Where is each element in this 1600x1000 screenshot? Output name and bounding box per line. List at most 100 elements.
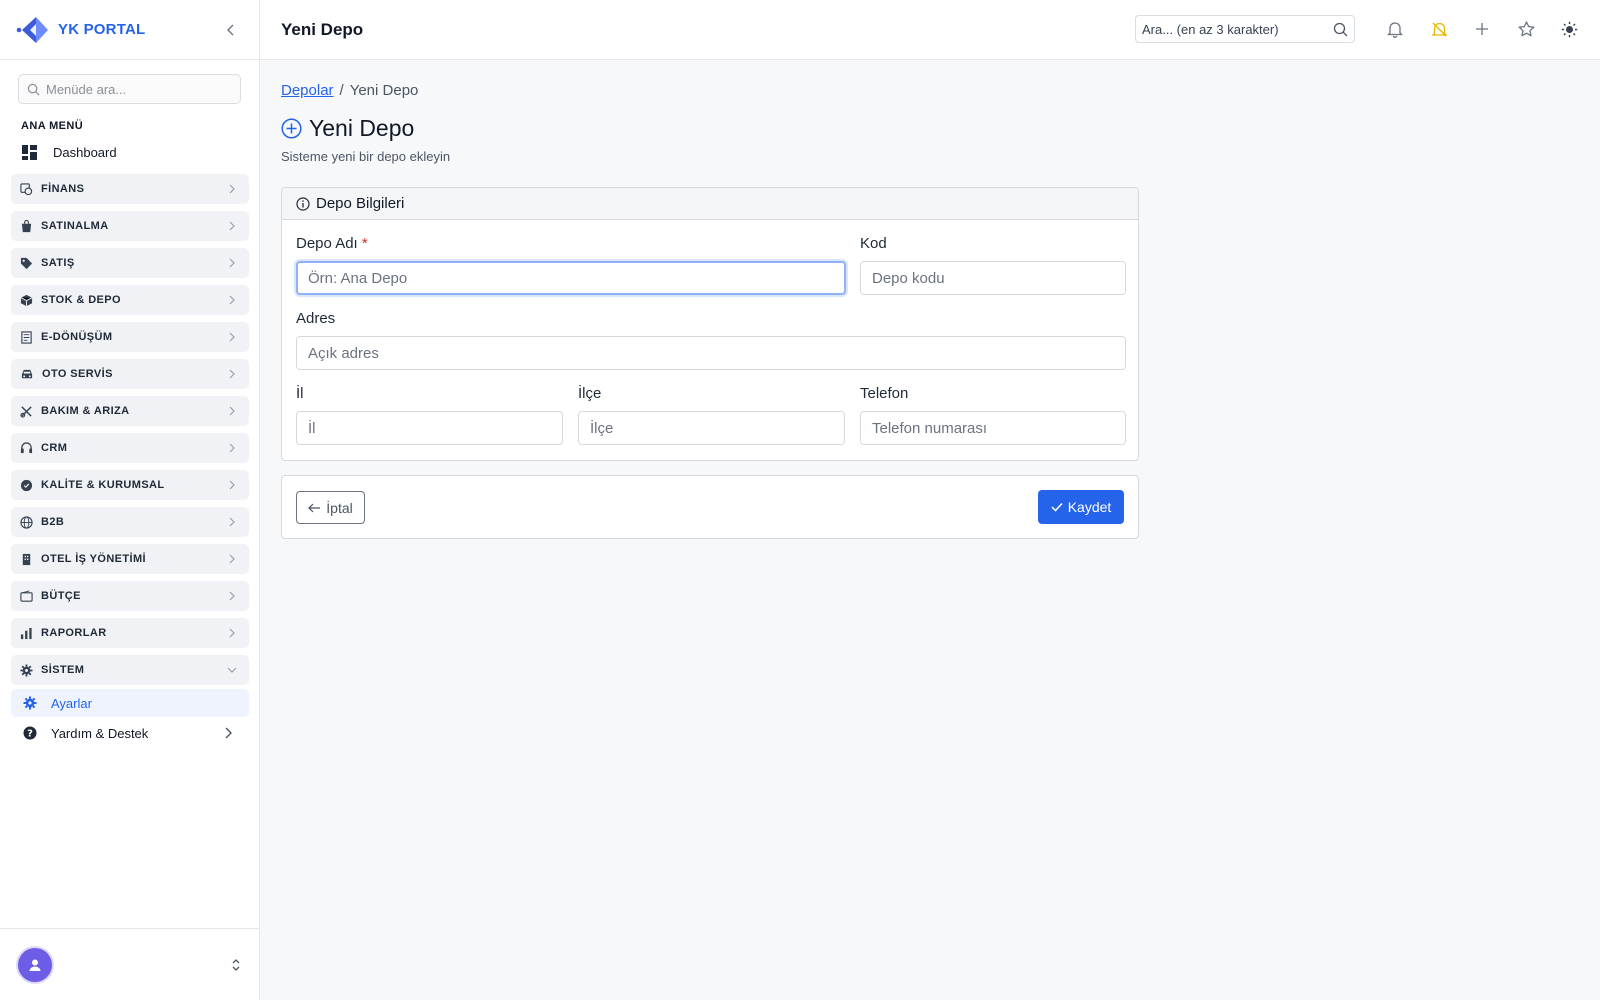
sidebar-footer <box>0 928 259 1000</box>
page-subtitle: Sisteme yeni bir depo ekleyin <box>281 149 451 164</box>
sidebar-group-auto-service[interactable]: OTO SERVİS <box>11 359 249 389</box>
sidebar-group-crm[interactable]: CRM <box>11 433 249 463</box>
sidebar-item-label: Yardım & Destek <box>51 725 149 741</box>
sidebar-item-help[interactable]: ? Yardım & Destek <box>11 719 249 747</box>
main-content: Depolar / Yeni Depo Yeni Depo Sisteme yeni… <box>260 60 1600 1000</box>
sidebar-item-label: Dashboard <box>53 144 117 160</box>
breadcrumb-current: Yeni Depo <box>349 82 419 99</box>
cancel-button[interactable]: İptal <box>296 491 365 524</box>
chevron-right-icon <box>225 727 232 739</box>
breadcrumb-separator: / <box>339 82 344 99</box>
sidebar-group-budget[interactable]: BÜTÇE <box>11 581 249 611</box>
save-button[interactable]: Kaydet <box>1038 490 1124 524</box>
sidebar-group-hotel[interactable]: OTEL İŞ YÖNETİMİ <box>11 544 249 574</box>
notifications-button[interactable] <box>1384 18 1406 40</box>
chevron-right-icon <box>229 221 235 231</box>
sidebar: YK PORTAL ANA MENÜ Dashboard FİNANS SATI… <box>0 0 260 1000</box>
top-header: Yeni Depo <box>260 0 1600 60</box>
sidebar-group-maintenance[interactable]: BAKIM & ARIZA <box>11 396 249 426</box>
chevron-left-icon <box>227 24 234 35</box>
form-actions: İptal Kaydet <box>281 475 1139 539</box>
warehouse-info-card: Depo Bilgileri Depo Adı * Kod Adres İl İ… <box>281 187 1139 461</box>
chevron-down-icon <box>227 667 237 673</box>
sidebar-group-reports[interactable]: RAPORLAR <box>11 618 249 648</box>
favorites-button[interactable] <box>1515 18 1537 40</box>
breadcrumb: Depolar / Yeni Depo <box>281 82 418 99</box>
dashboard-icon <box>22 144 37 160</box>
chevron-right-icon <box>229 295 235 305</box>
user-menu-toggle[interactable] <box>231 958 241 972</box>
shopping-bag-icon <box>21 219 32 232</box>
page-title: Yeni Depo <box>309 115 415 141</box>
district-label: İlçe <box>578 385 602 402</box>
plus-circle-icon <box>281 118 302 139</box>
sidebar-group-stock[interactable]: STOK & DEPO <box>11 285 249 315</box>
gear-icon <box>23 696 37 710</box>
sidebar-group-purchasing[interactable]: SATINALMA <box>11 211 249 241</box>
tag-icon <box>20 257 33 269</box>
global-search-input[interactable] <box>1142 21 1322 37</box>
brand-logo-icon[interactable] <box>16 13 50 47</box>
required-mark: * <box>361 235 368 252</box>
phone-input[interactable] <box>860 411 1126 445</box>
sidebar-collapse-button[interactable] <box>219 18 243 42</box>
bell-off-icon <box>1430 22 1448 36</box>
plus-icon <box>1476 23 1488 35</box>
theme-toggle-button[interactable] <box>1558 18 1580 40</box>
sidebar-group-finance[interactable]: FİNANS <box>11 174 249 204</box>
district-input[interactable] <box>578 411 845 445</box>
menu-search-input[interactable] <box>46 81 226 97</box>
sidebar-group-quality[interactable]: KALİTE & KURUMSAL <box>11 470 249 500</box>
document-icon <box>21 330 32 344</box>
chevron-right-icon <box>229 628 235 638</box>
car-icon <box>21 369 33 378</box>
tools-icon <box>20 405 32 418</box>
box-icon <box>20 294 33 306</box>
page-title-row: Yeni Depo <box>281 115 414 142</box>
address-label: Adres <box>296 310 336 327</box>
chevron-right-icon <box>229 369 235 379</box>
chevron-right-icon <box>229 591 235 601</box>
sidebar-group-system[interactable]: SİSTEM <box>11 655 249 685</box>
brand-name: YK PORTAL <box>58 21 146 38</box>
chevron-right-icon <box>229 554 235 564</box>
chevron-right-icon <box>229 184 235 194</box>
sidebar-item-settings[interactable]: Ayarlar <box>11 689 249 717</box>
chevron-right-icon <box>229 332 235 342</box>
breadcrumb-link-depolar[interactable]: Depolar <box>281 82 334 99</box>
headset-icon <box>20 441 33 453</box>
menu-search <box>18 74 241 104</box>
header-title: Yeni Depo <box>281 19 364 39</box>
address-input[interactable] <box>296 336 1126 370</box>
card-header: Depo Bilgileri <box>282 188 1138 220</box>
user-icon <box>29 959 41 971</box>
search-icon <box>27 83 40 95</box>
svg-text:?: ? <box>27 729 33 740</box>
badge-icon <box>20 479 33 491</box>
check-icon <box>1051 502 1063 512</box>
chevron-right-icon <box>229 258 235 268</box>
sidebar-group-b2b[interactable]: B2B <box>11 507 249 537</box>
add-button[interactable] <box>1471 18 1493 40</box>
warehouse-code-input[interactable] <box>860 261 1126 295</box>
mute-notifications-button[interactable] <box>1428 18 1450 40</box>
chevron-right-icon <box>229 480 235 490</box>
avatar[interactable] <box>18 947 52 982</box>
chevron-right-icon <box>229 517 235 527</box>
globe-icon <box>20 515 33 529</box>
city-label: İl <box>296 385 304 402</box>
sidebar-item-label: Ayarlar <box>51 695 92 711</box>
info-icon <box>296 196 310 211</box>
search-button[interactable] <box>1333 22 1348 37</box>
gear-icon <box>20 663 33 677</box>
sidebar-item-dashboard[interactable]: Dashboard <box>12 138 248 166</box>
sidebar-group-sales[interactable]: SATIŞ <box>11 248 249 278</box>
sidebar-group-edonusum[interactable]: E-DÖNÜŞÜM <box>11 322 249 352</box>
chevron-up-down-icon <box>232 958 240 971</box>
warehouse-name-input[interactable] <box>296 261 846 295</box>
section-title-main-menu: ANA MENÜ <box>21 120 84 132</box>
search-icon <box>1333 22 1348 36</box>
sun-icon <box>1561 21 1577 37</box>
city-input[interactable] <box>296 411 563 445</box>
warehouse-name-label: Depo Adı * <box>296 235 368 252</box>
